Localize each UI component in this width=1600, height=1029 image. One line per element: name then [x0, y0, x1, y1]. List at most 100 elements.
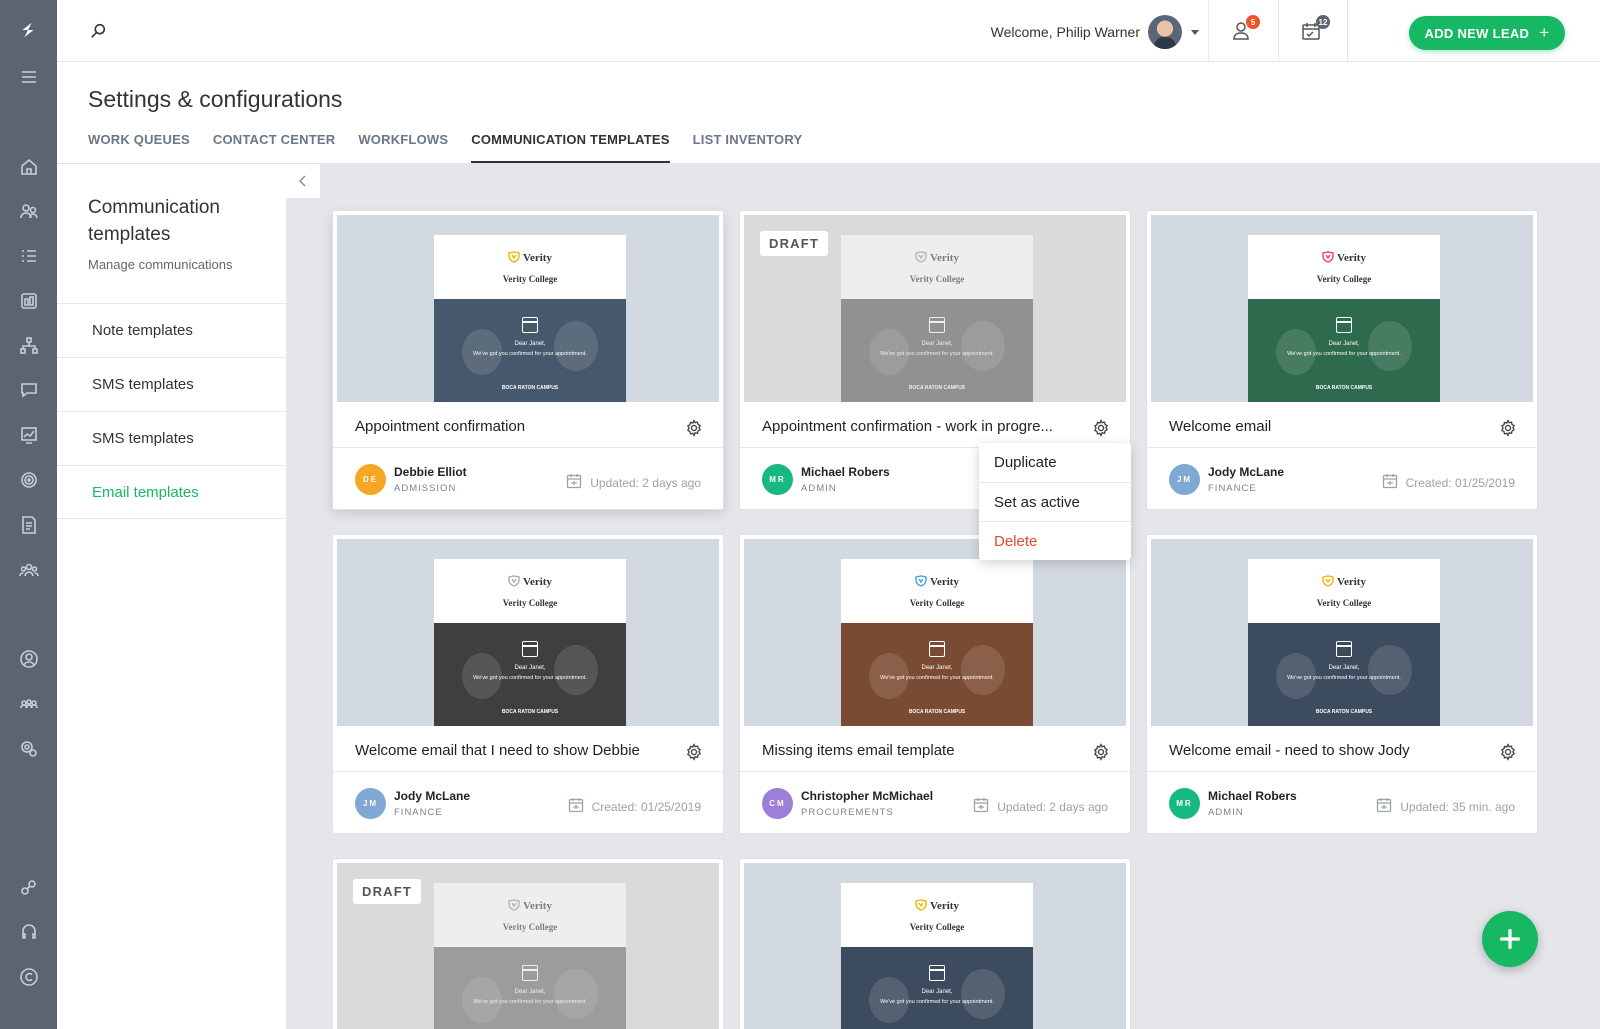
sidebar-title: Communication templates [88, 197, 220, 245]
template-thumbnail[interactable]: Verity Verity College Dear Janet, We've got… [337, 863, 719, 1029]
email-preview: Verity Verity College Dear Janet, We've got… [1248, 235, 1440, 402]
notifications-button[interactable]: 5 [1230, 15, 1260, 44]
tab-communication-templates[interactable]: COMMUNICATION TEMPLATES [471, 132, 670, 163]
template-card[interactable]: Verity Verity College Dear Janet, We've got… [1146, 210, 1538, 510]
email-brand: Verity [1248, 575, 1440, 588]
tab-list-inventory[interactable]: LIST INVENTORY [693, 132, 803, 163]
top-bar: Welcome, Philip Warner 5 12 ADD NEW LEAD… [57, 0, 1600, 62]
owner-name: Michael Robers [801, 465, 890, 479]
email-hero: Dear Janet, We've got you confirmed for y… [434, 947, 626, 1029]
target-icon[interactable] [18, 469, 40, 491]
groups-icon[interactable] [18, 693, 40, 715]
template-thumbnail[interactable]: Verity Verity College Dear Janet, We've got… [744, 539, 1126, 726]
tasks-button[interactable]: 12 [1300, 15, 1330, 44]
calendar-icon [568, 797, 584, 816]
tab-contact-center[interactable]: CONTACT CENTER [213, 132, 335, 163]
gear-icon[interactable] [1499, 743, 1517, 761]
template-card[interactable]: Verity Verity College Dear Janet, We've got… [332, 858, 724, 1029]
gear-icon[interactable] [1092, 419, 1110, 437]
template-footer: DE Debbie Elliot ADMISSION Updated: 2 days … [333, 447, 723, 509]
gear-icon[interactable] [1499, 419, 1517, 437]
template-thumbnail[interactable]: Verity Verity College Dear Janet, We've got… [337, 539, 719, 726]
email-hero: Dear Janet, We've got you confirmed for y… [1248, 623, 1440, 726]
search-icon[interactable] [89, 22, 109, 42]
left-nav-rail [0, 0, 57, 1029]
sidebar-item-email-templates[interactable]: Email templates [57, 465, 286, 519]
email-greeting: Dear Janet, [1328, 665, 1360, 671]
team-icon[interactable] [18, 559, 40, 581]
menu-item-duplicate[interactable]: Duplicate [979, 443, 1131, 482]
calendar-icon [929, 965, 945, 981]
settings-group-icon[interactable] [18, 738, 40, 760]
email-brand-name: Verity [930, 576, 959, 588]
sidebar-item-sms-templates-2[interactable]: SMS templates [57, 411, 286, 465]
email-brand: Verity [841, 251, 1033, 264]
template-thumbnail[interactable]: Verity Verity College Dear Janet, We've got… [1151, 215, 1533, 402]
menu-icon[interactable] [18, 66, 40, 88]
template-thumbnail[interactable]: Verity Verity College Dear Janet, We've got… [744, 215, 1126, 402]
email-hero: Dear Janet, We've got you confirmed for y… [841, 299, 1033, 402]
contacts-icon[interactable] [18, 200, 40, 222]
copyright-icon[interactable] [18, 966, 40, 988]
collapse-sidebar-button[interactable] [286, 164, 320, 198]
card-context-menu: Duplicate Set as active Delete [979, 443, 1131, 560]
headset-icon[interactable] [18, 921, 40, 943]
avatar: MR [762, 464, 793, 495]
email-message: We've got you confirmed for your appoint… [1287, 351, 1401, 357]
draft-badge: DRAFT [353, 879, 422, 904]
app-logo-icon[interactable] [18, 20, 40, 42]
avatar: DE [355, 464, 386, 495]
email-college: Verity College [502, 922, 558, 932]
template-date-text: Created: 01/25/2019 [591, 799, 701, 814]
email-campus: BOCA RATON CAMPUS [1315, 709, 1373, 715]
template-card[interactable]: Verity Verity College Dear Janet, We've got… [1146, 534, 1538, 834]
gear-icon[interactable] [1092, 743, 1110, 761]
user-circle-icon[interactable] [18, 648, 40, 670]
menu-item-set-active[interactable]: Set as active [979, 482, 1131, 521]
template-card[interactable]: Verity Verity College Dear Janet, We've got… [332, 534, 724, 834]
menu-item-delete[interactable]: Delete [979, 521, 1131, 560]
integrations-icon[interactable] [18, 876, 40, 898]
template-card[interactable]: Verity Verity College Dear Janet, We've got… [332, 210, 724, 510]
template-card[interactable]: Verity Verity College Dear Janet, We've got… [739, 858, 1131, 1029]
template-title: Appointment confirmation [355, 418, 526, 435]
chevron-down-icon[interactable] [1191, 30, 1199, 35]
avatar: MR [1169, 788, 1200, 819]
owner-role: ADMISSION [394, 483, 457, 494]
template-title: Welcome email that I need to show Debbie [355, 742, 640, 759]
gear-icon[interactable] [685, 419, 703, 437]
user-avatar[interactable] [1148, 15, 1182, 49]
chat-icon[interactable] [18, 379, 40, 401]
add-template-button[interactable] [1482, 911, 1538, 967]
sidebar-item-note-templates[interactable]: Note templates [57, 303, 286, 357]
template-thumbnail[interactable]: Verity Verity College Dear Janet, We've got… [744, 863, 1126, 1029]
email-college: Verity College [1316, 598, 1372, 608]
gear-icon[interactable] [685, 743, 703, 761]
avatar: CM [762, 788, 793, 819]
email-college: Verity College [909, 598, 965, 608]
divider [1347, 0, 1348, 62]
template-thumbnail[interactable]: Verity Verity College Dear Janet, We've got… [337, 215, 719, 402]
home-icon[interactable] [18, 156, 40, 178]
email-brand: Verity [1248, 251, 1440, 264]
template-date-text: Updated: 35 min. ago [1400, 799, 1515, 814]
notifications-badge: 5 [1246, 15, 1260, 29]
document-icon[interactable] [18, 514, 40, 536]
owner-role: FINANCE [1208, 483, 1257, 494]
tasks-list-icon[interactable] [18, 245, 40, 267]
owner-name: Jody McLane [394, 789, 471, 803]
dashboard-icon[interactable] [18, 290, 40, 312]
sidebar-item-sms-templates[interactable]: SMS templates [57, 357, 286, 411]
template-thumbnail[interactable]: Verity Verity College Dear Janet, We've got… [1151, 539, 1533, 726]
email-greeting: Dear Janet, [921, 341, 953, 347]
add-new-lead-button[interactable]: ADD NEW LEAD + [1409, 16, 1565, 50]
shield-logo-icon [915, 899, 927, 911]
email-hero: Dear Janet, We've got you confirmed for y… [434, 299, 626, 402]
tab-workflows[interactable]: WORKFLOWS [358, 132, 448, 163]
tab-work-queues[interactable]: WORK QUEUES [88, 132, 190, 163]
template-card[interactable]: Verity Verity College Dear Janet, We've got… [739, 534, 1131, 834]
calendar-icon [522, 965, 538, 981]
org-chart-icon[interactable] [18, 335, 40, 357]
analytics-icon[interactable] [18, 424, 40, 446]
plus-icon: + [1539, 23, 1550, 42]
